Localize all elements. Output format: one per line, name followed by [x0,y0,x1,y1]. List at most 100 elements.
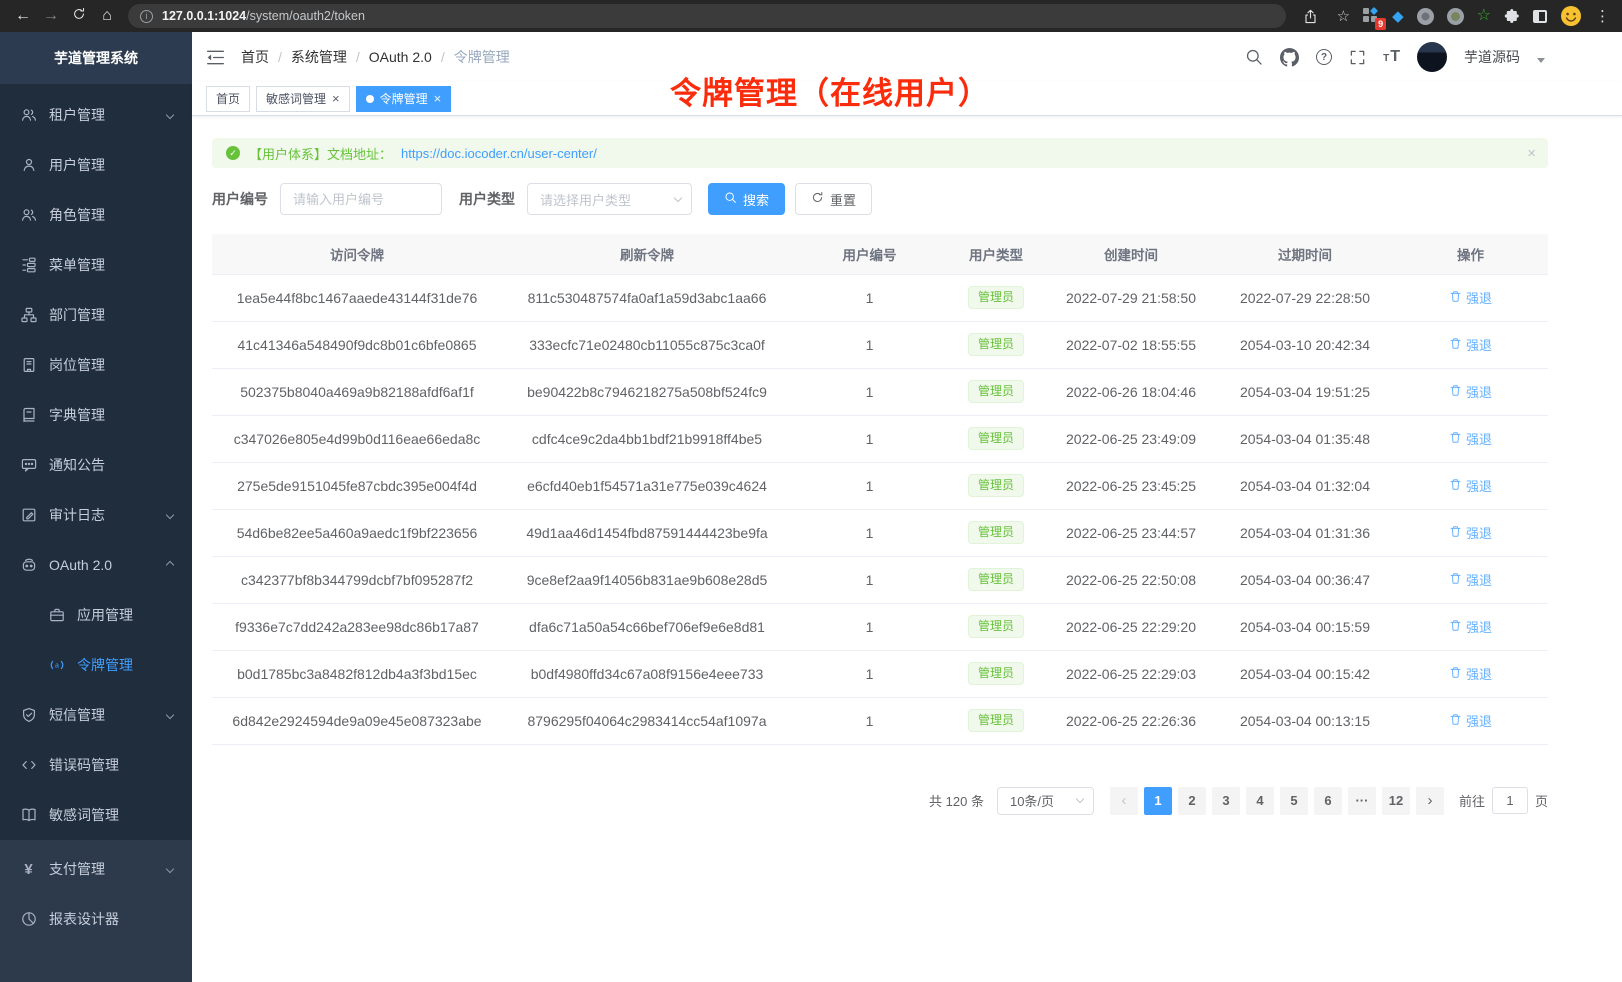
prev-page-button[interactable]: ‹ [1110,787,1138,815]
fullscreen-icon[interactable] [1349,49,1366,66]
github-icon[interactable] [1280,48,1299,67]
green-dot-extension-icon[interactable] [1447,8,1464,25]
sidebar-item-dict[interactable]: 字典管理 [0,390,192,440]
next-page-button[interactable]: › [1416,787,1444,815]
alert-close-icon[interactable]: × [1527,145,1536,162]
user-avatar[interactable] [1417,42,1447,72]
select-placeholder: 请选择用户类型 [540,190,631,209]
create-time-cell: 2022-07-02 18:55:55 [1045,321,1217,368]
force-logout-button[interactable]: 强退 [1449,711,1492,730]
sidebar: 芋道管理系统 租户管理用户管理角色管理菜单管理部门管理岗位管理字典管理通知公告审… [0,32,192,982]
access-token-cell: 275e5de9151045fe87cbdc395e004f4d [212,462,502,509]
expire-time-cell: 2054-03-04 00:15:59 [1217,603,1393,650]
active-tab-dot [366,95,374,103]
sidebar-item-oauth2[interactable]: OAuth 2.0 [0,540,192,590]
goto-page-input[interactable] [1492,787,1528,814]
bookmark-star-icon[interactable]: ☆ [1337,7,1350,25]
sidebar-item-sensitive[interactable]: 敏感词管理 [0,790,192,840]
app-logo[interactable]: 芋道管理系统 [0,32,192,84]
help-icon[interactable]: ? [1316,49,1332,65]
green-star-extension-icon[interactable]: ☆ [1477,8,1491,24]
page-button-4[interactable]: 4 [1246,787,1274,815]
page-button-3[interactable]: 3 [1212,787,1240,815]
sidebar-item-notice[interactable]: 通知公告 [0,440,192,490]
gem-extension-icon[interactable]: ◆ [1392,9,1404,24]
site-info-icon[interactable]: i [140,10,153,23]
sidebar-item-pay[interactable]: ¥支付管理 [0,844,192,894]
sidebar-item-role[interactable]: 角色管理 [0,190,192,240]
page-button-1[interactable]: 1 [1144,787,1172,815]
tab-首页[interactable]: 首页 [206,86,250,112]
browser-forward-icon[interactable]: → [38,3,64,29]
force-logout-button[interactable]: 强退 [1449,288,1492,307]
reset-button[interactable]: 重置 [795,183,872,215]
navbar-actions: ? TT 芋道源码 [1245,42,1545,72]
sidebar-item-user[interactable]: 用户管理 [0,140,192,190]
force-logout-button[interactable]: 强退 [1449,523,1492,542]
action-cell: 强退 [1393,415,1548,462]
expire-time-cell: 2054-03-04 01:32:04 [1217,462,1393,509]
breadcrumb-item[interactable]: OAuth 2.0 [369,49,432,65]
page-button-5[interactable]: 5 [1280,787,1308,815]
user-id-cell: 1 [792,603,947,650]
tab-敏感词管理[interactable]: 敏感词管理× [256,86,350,112]
user-type-select[interactable]: 请选择用户类型 [527,183,692,215]
search-button-label: 搜索 [743,190,769,209]
sidebar-item-sms[interactable]: 短信管理 [0,690,192,740]
browser-address-bar[interactable]: i 127.0.0.1:1024/system/oauth2/token [128,4,1286,28]
force-logout-button[interactable]: 强退 [1449,476,1492,495]
share-icon[interactable] [1298,3,1324,29]
browser-home-icon[interactable]: ⌂ [94,3,120,29]
tab-令牌管理[interactable]: 令牌管理× [356,86,452,112]
page-button-12[interactable]: 12 [1382,787,1410,815]
close-icon[interactable]: × [434,92,442,105]
search-button[interactable]: 搜索 [708,183,785,215]
sidebar-item-menu[interactable]: 菜单管理 [0,240,192,290]
gray-extension-icon[interactable] [1417,8,1434,25]
page-button-2[interactable]: 2 [1178,787,1206,815]
sidebar-item-errcode[interactable]: 错误码管理 [0,740,192,790]
force-logout-button[interactable]: 强退 [1449,429,1492,448]
sidebar-toggle-icon[interactable] [206,48,225,67]
refresh-icon [811,191,824,207]
sidebar-layout-icon[interactable] [1533,10,1547,23]
close-icon[interactable]: × [332,92,340,105]
force-logout-button[interactable]: 强退 [1449,382,1492,401]
expire-time-cell: 2054-03-10 20:42:34 [1217,321,1393,368]
sidebar-item-report[interactable]: 报表设计器 [0,894,192,944]
page-size-select[interactable]: 10条/页 [997,787,1094,815]
profile-avatar-icon[interactable] [1560,5,1582,27]
force-logout-button[interactable]: 强退 [1449,570,1492,589]
search-icon[interactable] [1245,48,1263,66]
caret-down-icon[interactable] [1537,58,1545,63]
sidebar-menu: 租户管理用户管理角色管理菜单管理部门管理岗位管理字典管理通知公告审计日志OAut… [0,84,192,840]
username-label[interactable]: 芋道源码 [1464,47,1520,67]
goto-label: 前往 [1459,791,1485,810]
force-logout-button[interactable]: 强退 [1449,617,1492,636]
main-area: 首页/系统管理/OAuth 2.0/令牌管理 ? TT 芋道源码 首页敏感词管理… [192,32,1622,982]
sidebar-item-oauth2-app[interactable]: 应用管理 [0,590,192,640]
puzzle-extensions-icon[interactable] [1504,8,1520,24]
force-logout-button[interactable]: 强退 [1449,335,1492,354]
user-id-input[interactable] [280,183,442,215]
sidebar-item-dept[interactable]: 部门管理 [0,290,192,340]
browser-menu-icon[interactable]: ⋮ [1595,7,1610,25]
sidebar-item-tenant[interactable]: 租户管理 [0,90,192,140]
doc-link[interactable]: https://doc.iocoder.cn/user-center/ [401,146,597,161]
sidebar-item-post[interactable]: 岗位管理 [0,340,192,390]
breadcrumb-item[interactable]: 系统管理 [291,47,347,67]
page-button-6[interactable]: 6 [1314,787,1342,815]
force-logout-button[interactable]: 强退 [1449,664,1492,683]
sidebar-item-oauth2-token[interactable]: a令牌管理 [0,640,192,690]
font-size-icon[interactable]: TT [1383,48,1400,66]
browser-reload-icon[interactable] [66,3,92,29]
refresh-token-cell: be90422b8c7946218275a508bf524fc9 [502,368,792,415]
extension-grid-icon[interactable]: 9 [1363,8,1379,24]
pager-ellipsis[interactable]: ··· [1348,787,1376,815]
pagination: 共 120 条 10条/页 ‹ 123456···12 › 前往 页 [212,787,1548,815]
browser-back-icon[interactable]: ← [10,3,36,29]
action-cell: 强退 [1393,556,1548,603]
message-icon [20,457,37,474]
sidebar-item-audit[interactable]: 审计日志 [0,490,192,540]
breadcrumb-item[interactable]: 首页 [241,47,269,67]
